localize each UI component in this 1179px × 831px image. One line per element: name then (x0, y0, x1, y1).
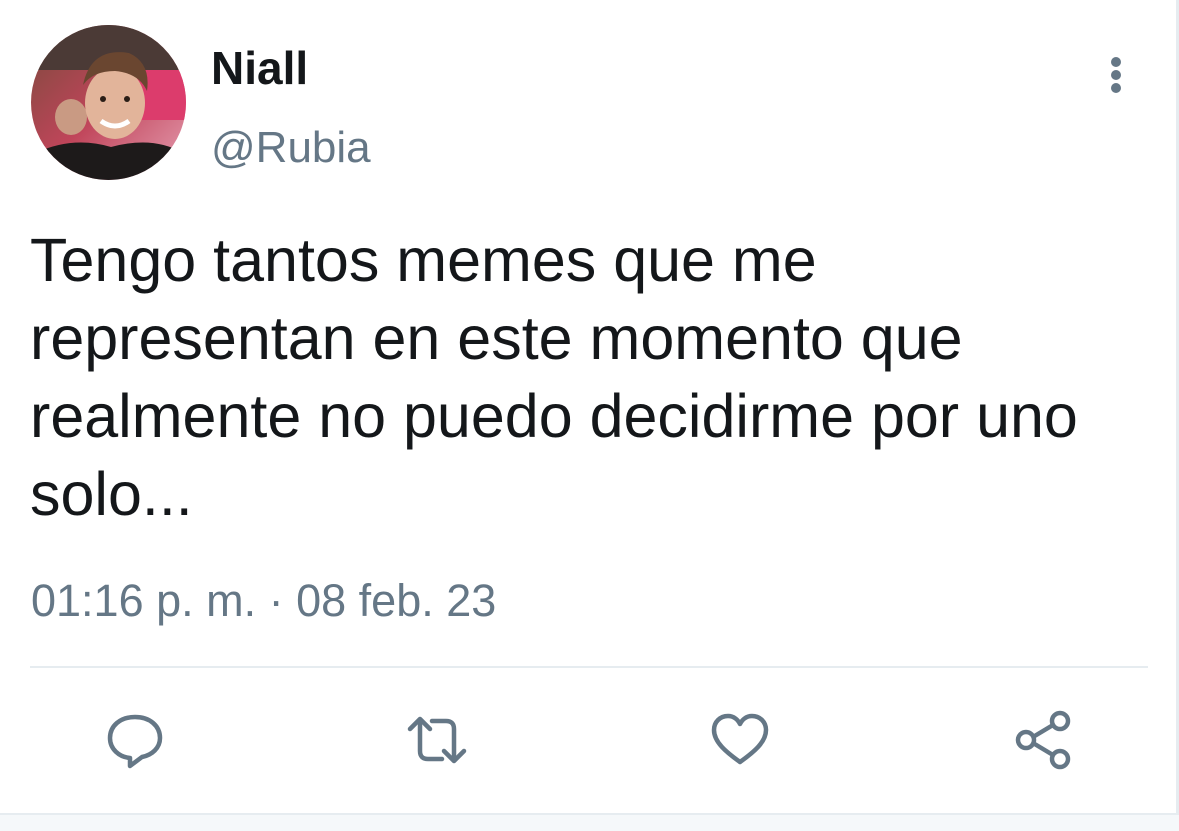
vertical-dots-icon (1111, 57, 1121, 93)
tweet-text: Tengo tantos memes que me representan en… (30, 226, 1078, 528)
reply-button[interactable] (100, 705, 170, 775)
divider (30, 666, 1148, 668)
bottom-border (0, 813, 1179, 831)
speech-bubble-icon (107, 714, 163, 769)
more-options-button[interactable] (1094, 50, 1138, 100)
avatar-photo (31, 25, 186, 180)
avatar[interactable] (31, 25, 186, 180)
share-nodes-icon (1015, 710, 1071, 770)
heart-icon (711, 713, 769, 765)
retweet-button[interactable] (402, 705, 472, 775)
retweet-arrows-icon (407, 716, 467, 764)
share-button[interactable] (1008, 705, 1078, 775)
author-display-name[interactable]: Niall (211, 40, 308, 96)
author-handle[interactable]: @Rubia (211, 121, 371, 175)
tweet-timestamp[interactable]: 01:16 p. m. · 08 feb. 23 (31, 571, 496, 631)
like-button[interactable] (705, 705, 775, 775)
